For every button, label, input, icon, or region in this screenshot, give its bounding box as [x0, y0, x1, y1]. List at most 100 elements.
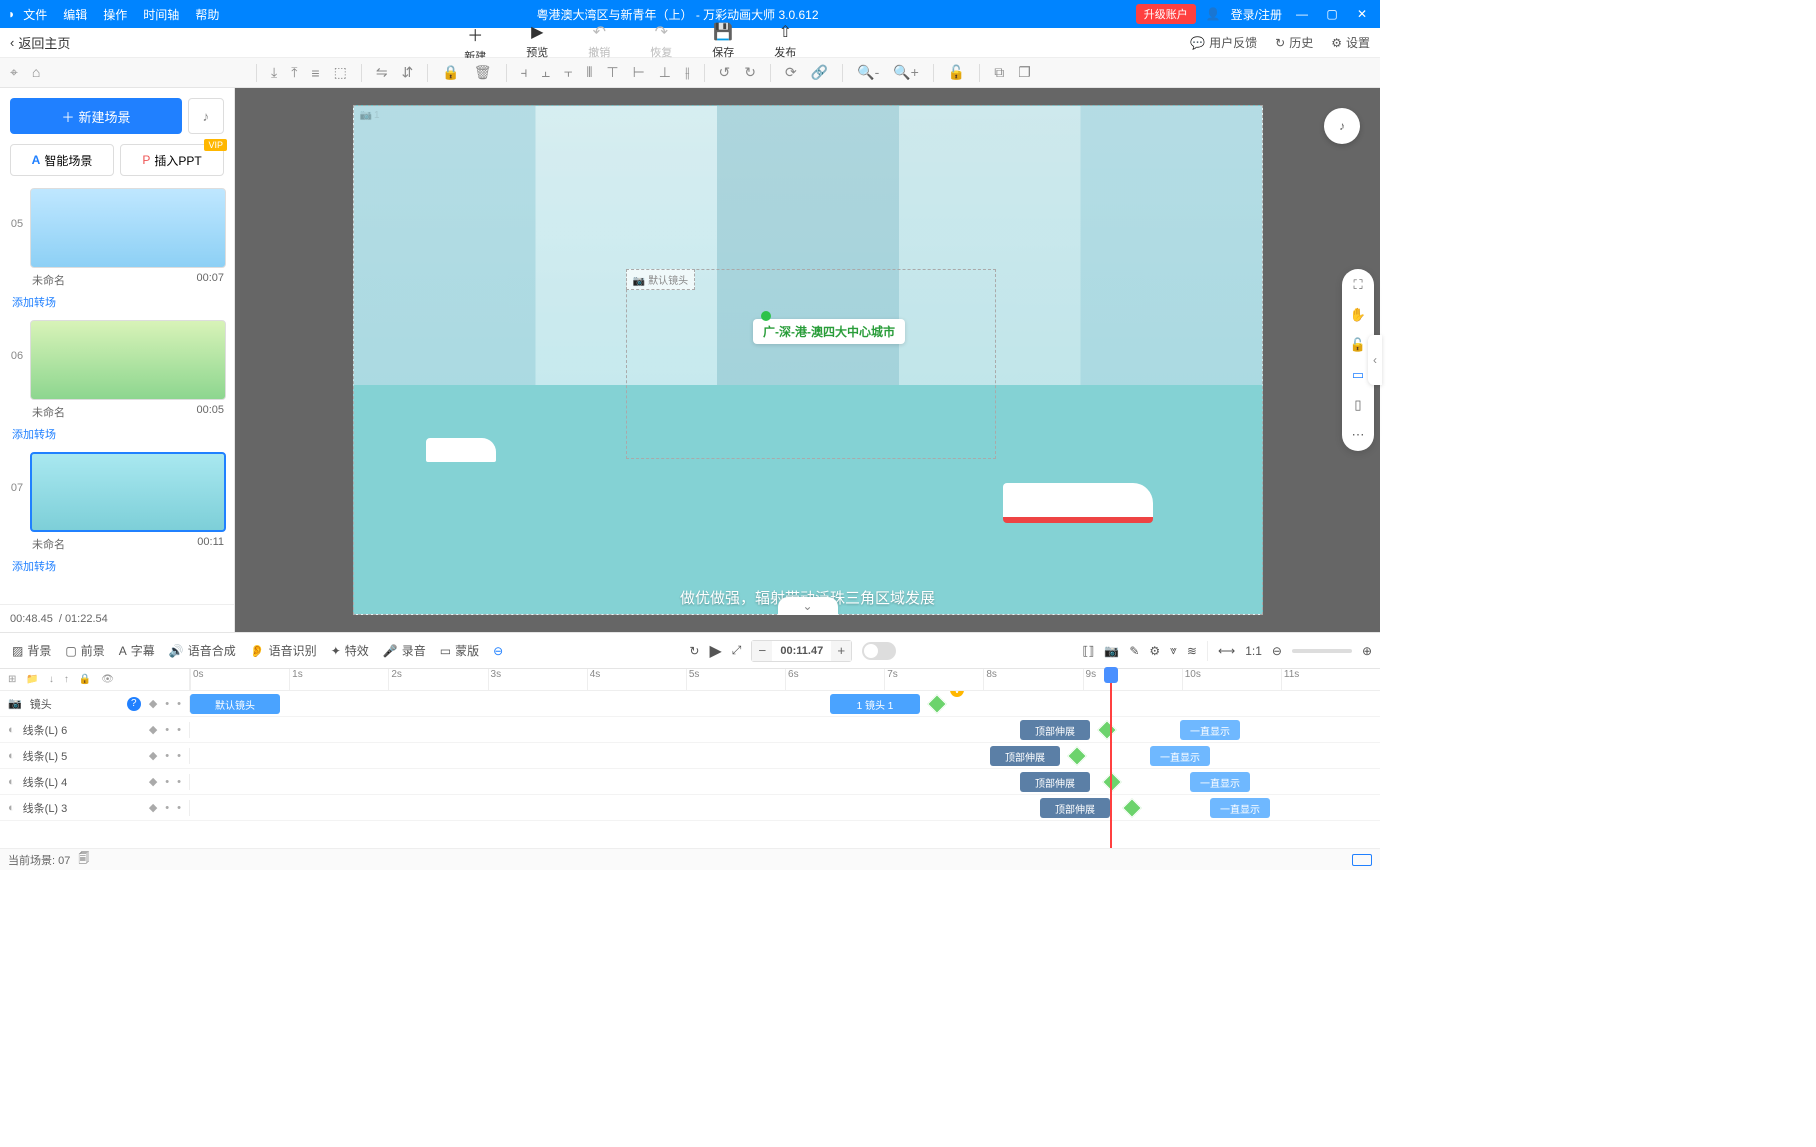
upgrade-button[interactable]: 升级账户 [1136, 4, 1196, 24]
more-icon[interactable]: ⋯ [1352, 427, 1365, 443]
track-label[interactable]: ◐线条(L) 6◆•• [0, 722, 190, 738]
back-home[interactable]: ‹ 返回主页 [10, 33, 70, 52]
dot2-icon[interactable]: • [177, 802, 181, 814]
distribute-v-icon[interactable]: ⫲ [685, 64, 690, 81]
insert-ppt-button[interactable]: P 插入PPT VIP [120, 144, 224, 176]
music-button[interactable]: ♪ [188, 98, 224, 134]
expand-icon[interactable]: ⤢ [732, 643, 742, 658]
panel-handle[interactable]: ‹ [1368, 335, 1382, 385]
add-keyframe[interactable] [1102, 772, 1122, 792]
flip-v-icon[interactable]: ⇵ [402, 64, 414, 81]
tlbar-字幕[interactable]: A字幕 [115, 640, 159, 661]
align-right-icon[interactable]: ⫟ [564, 64, 572, 81]
link-icon[interactable]: 🔗 [811, 64, 828, 81]
keyframe-icon[interactable]: ◆ [149, 801, 157, 814]
camera-box[interactable]: 📷 默认镜头 [626, 269, 996, 459]
tool-home-icon[interactable]: ⌂ [32, 64, 40, 81]
ratio-icon[interactable]: 1:1 [1245, 644, 1262, 658]
dot-icon[interactable]: • [165, 724, 169, 736]
zoom-in-icon[interactable]: 🔍+ [893, 64, 919, 81]
align-left-icon[interactable]: ⫞ [521, 64, 528, 81]
clip[interactable]: 一直显示 [1150, 746, 1210, 766]
zoom-in2-icon[interactable]: ⊕ [1362, 644, 1372, 658]
clip[interactable]: 顶部伸展 [990, 746, 1060, 766]
clip[interactable]: 1 镜头 1 [830, 694, 920, 714]
lock-view-icon[interactable]: 🔓 [948, 64, 965, 81]
filter-icon[interactable]: ⩔ [1170, 643, 1177, 658]
tlbar-录音[interactable]: 🎤录音 [379, 640, 430, 661]
down-icon[interactable]: ↓ [49, 674, 54, 685]
dot-icon[interactable]: • [165, 776, 169, 788]
login-link[interactable]: 登录/注册 [1231, 6, 1282, 23]
dot2-icon[interactable]: • [177, 776, 181, 788]
add-track-icon[interactable]: ⊞ [8, 674, 16, 685]
add-keyframe[interactable] [1122, 798, 1142, 818]
dot-icon[interactable]: • [165, 750, 169, 762]
paste-icon[interactable]: ❐ [1018, 64, 1031, 81]
time-minus[interactable]: − [752, 641, 772, 661]
zoom-slider[interactable] [1292, 649, 1352, 653]
rotate-left-icon[interactable]: ↺ [719, 64, 731, 81]
clip[interactable]: 一直显示 [1210, 798, 1270, 818]
clip[interactable]: 顶部伸展 [1020, 720, 1090, 740]
menu-file[interactable]: 文件 [23, 6, 47, 23]
zoom-out2-icon[interactable]: ⊖ [1272, 644, 1282, 658]
collapse-toggle[interactable]: ⌄ [778, 597, 838, 615]
menu-action[interactable]: 操作 [103, 6, 127, 23]
add-keyframe[interactable] [927, 694, 947, 714]
clip[interactable]: 顶部伸展 [1020, 772, 1090, 792]
clip[interactable]: 默认镜头 [190, 694, 280, 714]
up-icon[interactable]: ↑ [64, 674, 69, 685]
tlbar-语音识别[interactable]: 👂语音识别 [246, 640, 321, 661]
lock2-icon[interactable]: 🔒 [79, 674, 91, 685]
hand-icon[interactable]: ✋ [1350, 307, 1366, 323]
edit-icon[interactable]: ✎ [1129, 644, 1139, 658]
smart-scene-button[interactable]: A 智能场景 [10, 144, 114, 176]
clip[interactable]: 一直显示 [1190, 772, 1250, 792]
track-label[interactable]: ◐线条(L) 3◆•• [0, 800, 190, 816]
status-icon[interactable]: 🗐 [78, 850, 89, 869]
add-transition[interactable]: 添加转场 [8, 424, 226, 448]
dot-icon[interactable]: • [165, 802, 169, 814]
toggle-switch[interactable] [862, 642, 896, 660]
mobile-view-icon[interactable]: ▯ [1354, 397, 1361, 413]
history-icon[interactable]: ↻ [689, 644, 699, 658]
fullscreen-icon[interactable]: ⛶ [1353, 277, 1362, 293]
tlbar-特效[interactable]: ✦特效 [327, 640, 373, 661]
add-transition[interactable]: 添加转场 [8, 292, 226, 316]
valign-bottom-icon[interactable]: ⊥ [659, 64, 671, 81]
time-plus[interactable]: + [831, 641, 851, 661]
keyframe-icon[interactable]: ◆ [149, 697, 157, 710]
canvas-frame[interactable]: 📷 1 📷 默认镜头 广-深-港-澳四大中心城市 做优做强，辐射带动泛珠三角区域… [353, 105, 1263, 615]
crop-icon[interactable]: ⟦⟧ [1082, 644, 1094, 658]
distribute-h-icon[interactable]: ⫴ [586, 64, 592, 81]
scene-thumb-05[interactable] [30, 188, 226, 268]
tool-target-icon[interactable]: ⌖ [10, 64, 18, 81]
flip-h-icon[interactable]: ⇋ [376, 64, 388, 81]
menu-edit[interactable]: 编辑 [63, 6, 87, 23]
new-scene-button[interactable]: ＋ 新建场景 [10, 98, 182, 134]
scene-thumb-06[interactable] [30, 320, 226, 400]
track-body[interactable]: 顶部伸展一直显示 [190, 717, 1380, 742]
folder-icon[interactable]: 📁 [26, 674, 38, 685]
adjust-icon[interactable]: ≋ [1187, 644, 1197, 658]
canvas-area[interactable]: 📷 1 📷 默认镜头 广-深-港-澳四大中心城市 做优做强，辐射带动泛珠三角区域… [235, 88, 1380, 632]
dot2-icon[interactable]: • [177, 750, 181, 762]
dot2-icon[interactable]: • [177, 724, 181, 736]
track-body[interactable]: 默认镜头1 镜头 1V [190, 691, 1380, 716]
align-bottom-icon[interactable]: ⤓ [271, 64, 277, 81]
copy-icon[interactable]: ⧉ [994, 64, 1004, 81]
camera-icon[interactable]: 📷 [1104, 644, 1119, 658]
desktop-view-icon[interactable]: ▭ [1352, 367, 1364, 383]
track-label[interactable]: 📷镜头?◆•• [0, 696, 190, 712]
settings2-icon[interactable]: ⚙ [1149, 644, 1160, 658]
menu-timeline[interactable]: 时间轴 [143, 6, 179, 23]
dot2-icon[interactable]: • [177, 698, 181, 710]
dot-icon[interactable]: • [165, 698, 169, 710]
keyframe-icon[interactable]: ◆ [149, 723, 157, 736]
close-button[interactable]: ✕ [1352, 4, 1372, 24]
ruler[interactable]: 0s1s2s3s4s5s6s7s8s9s10s11s [190, 669, 1380, 690]
scene-list[interactable]: 05未命名00:07添加转场06未命名00:05添加转场07未命名00:11添加… [0, 184, 234, 604]
rotate-right-icon[interactable]: ↻ [744, 64, 756, 81]
track-label[interactable]: ◐线条(L) 5◆•• [0, 748, 190, 764]
